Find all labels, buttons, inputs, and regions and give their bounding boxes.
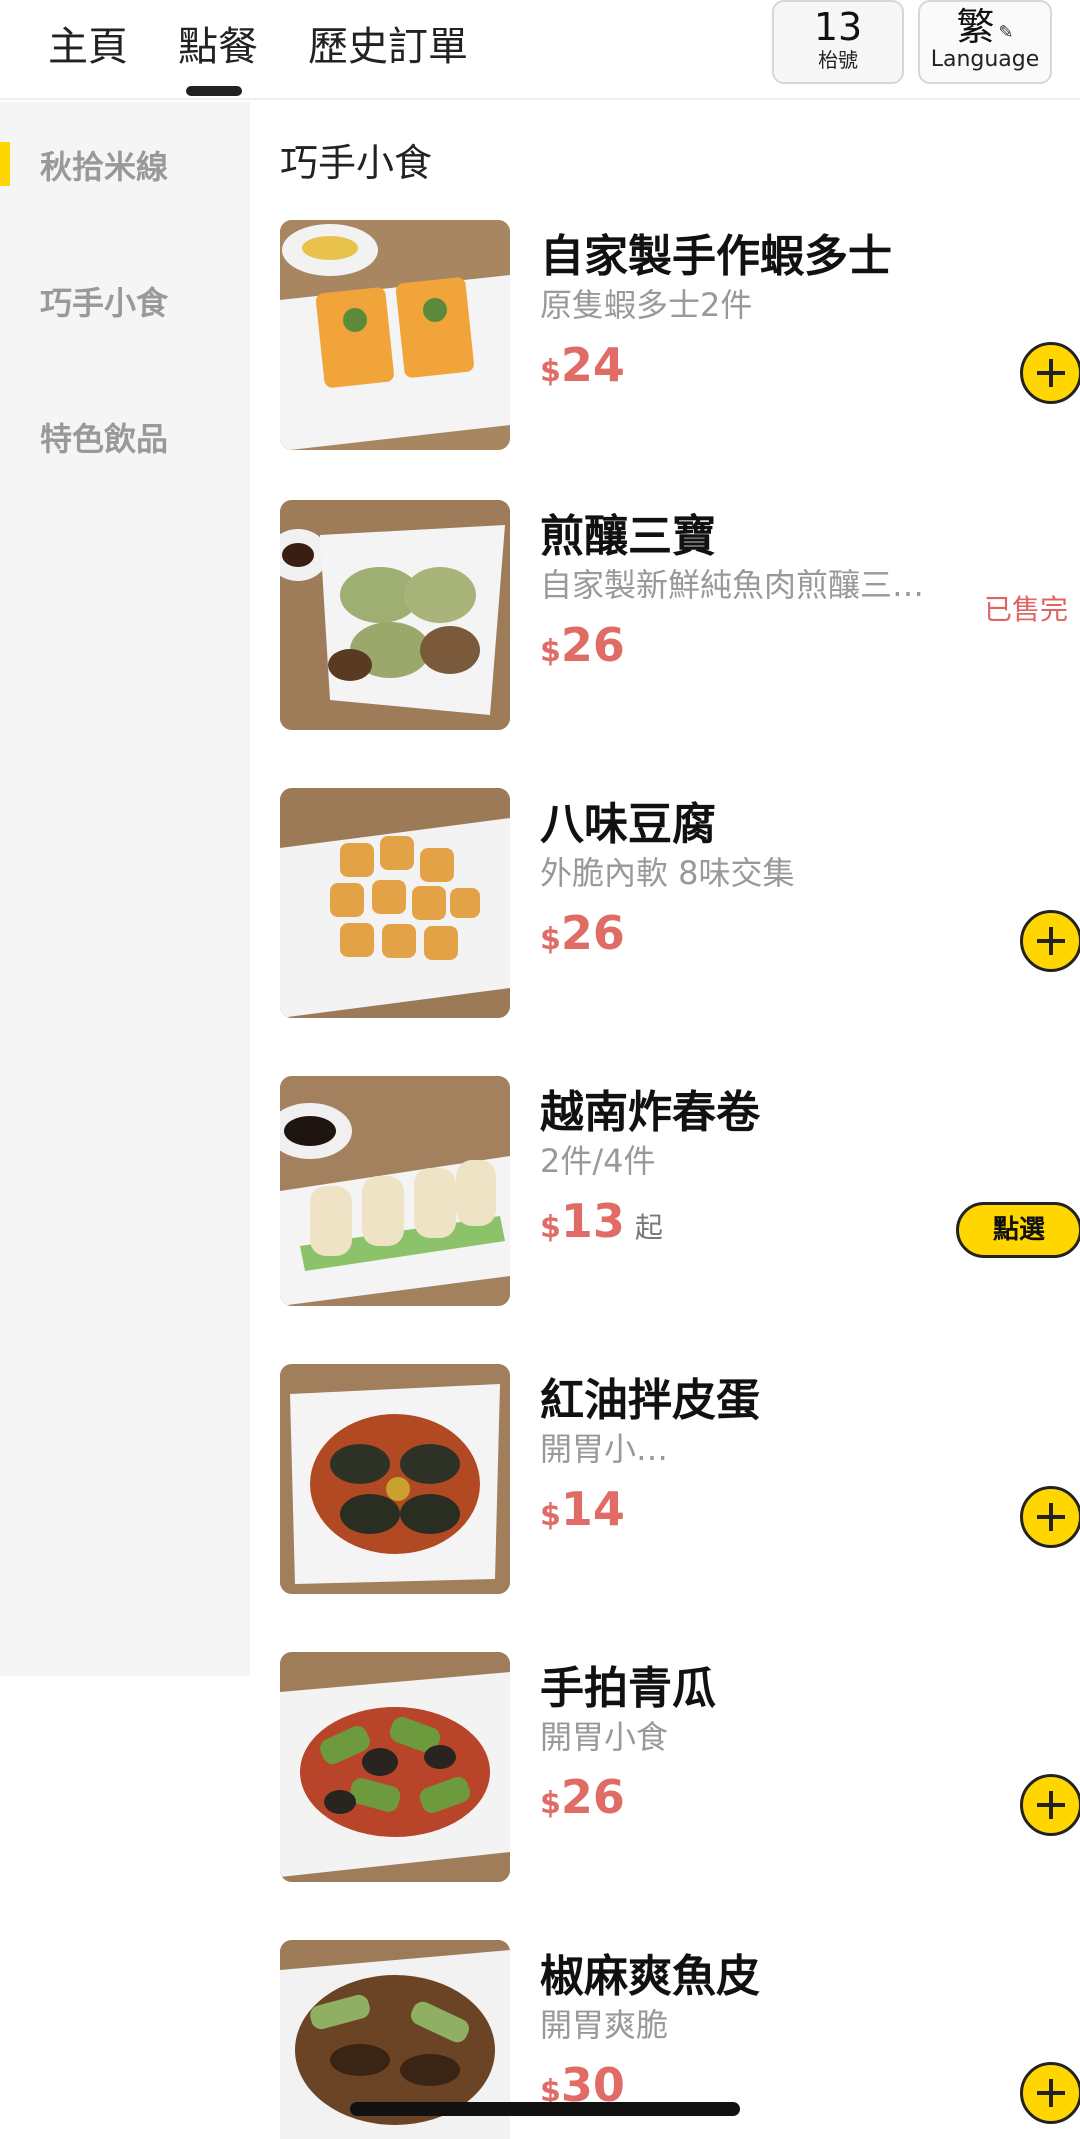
tab-home[interactable]: 主頁 (48, 14, 128, 72)
item-description: 開胃小食 (540, 1718, 669, 1756)
section-title: 巧手小食 (280, 141, 433, 185)
currency-symbol: $ (540, 354, 561, 389)
item-description: 自家製新鮮純魚肉煎釀三… (540, 566, 925, 604)
item-price: $26 (540, 618, 625, 672)
currency-symbol: $ (540, 1786, 561, 1821)
item-description: 原隻蝦多士2件 (540, 286, 753, 324)
item-name: 八味豆腐 (540, 799, 716, 850)
item-price: $26 (540, 1770, 625, 1824)
menu-item[interactable]: 自家製手作蝦多士 原隻蝦多士2件 $24 (280, 220, 1080, 452)
dish-photo (280, 1076, 510, 1306)
price-amount: 26 (560, 618, 625, 672)
price-amount: 14 (560, 1482, 625, 1536)
add-to-cart-button[interactable] (1020, 342, 1080, 404)
sidebar-item-label: 巧手小食 (40, 284, 169, 322)
item-description: 2件/4件 (540, 1142, 656, 1180)
top-nav: 主頁 點餐 歷史訂單 13 枱號 繁 ✎ Language (0, 0, 1080, 100)
current-language: 繁 (956, 5, 995, 49)
item-price: $13 起 (540, 1194, 663, 1248)
item-name: 手拍青瓜 (540, 1663, 716, 1714)
menu-item[interactable]: 煎釀三寶 自家製新鮮純魚肉煎釀三… 已售完 $26 (280, 500, 1068, 732)
dish-photo (280, 1364, 510, 1594)
table-number-box[interactable]: 13 枱號 (772, 0, 904, 84)
table-number: 13 (813, 5, 863, 49)
price-amount: 26 (560, 1770, 625, 1824)
active-tab-indicator (186, 86, 242, 96)
item-name: 紅油拌皮蛋 (540, 1375, 760, 1426)
sidebar-item-label: 秋拾米線 (40, 148, 169, 186)
pencil-icon: ✎ (998, 22, 1014, 43)
sidebar-item-rice-noodles[interactable]: 秋拾米線 (0, 102, 250, 202)
currency-symbol: $ (540, 634, 561, 669)
item-description: 開胃爽脆 (540, 2006, 669, 2044)
item-description: 外脆內軟 8味交集 (540, 854, 795, 892)
add-to-cart-button[interactable] (1020, 1774, 1080, 1836)
active-category-marker (0, 142, 10, 186)
price-amount: 24 (560, 338, 625, 392)
menu-item[interactable]: 紅油拌皮蛋 開胃小… $14 (280, 1364, 1080, 1596)
menu-item[interactable]: 越南炸春卷 2件/4件 $13 起 點選 (280, 1076, 1080, 1308)
menu-item[interactable]: 八味豆腐 外脆內軟 8味交集 $26 (280, 788, 1080, 1020)
add-to-cart-button[interactable] (1020, 2062, 1080, 2124)
tab-order[interactable]: 點餐 (178, 14, 258, 72)
language-button[interactable]: 繁 ✎ Language (918, 0, 1052, 84)
dish-photo (280, 220, 510, 450)
price-amount: 13 (560, 1194, 625, 1248)
tab-order-history[interactable]: 歷史訂單 (308, 14, 468, 72)
item-name: 自家製手作蝦多士 (540, 231, 892, 282)
item-description: 開胃小… (540, 1430, 669, 1468)
table-number-label: 枱號 (818, 48, 858, 72)
sold-out-label: 已售完 (984, 593, 1069, 626)
dish-photo (280, 500, 510, 730)
menu-item[interactable]: 手拍青瓜 開胃小食 $26 (280, 1652, 1080, 1884)
currency-symbol: $ (540, 922, 561, 957)
price-from-label: 起 (634, 1211, 663, 1244)
item-name: 越南炸春卷 (540, 1087, 760, 1138)
sidebar-item-drinks[interactable]: 特色飲品 (0, 374, 250, 474)
item-name: 煎釀三寶 (540, 511, 716, 562)
home-indicator[interactable] (350, 2102, 740, 2116)
add-to-cart-button[interactable] (1020, 1486, 1080, 1548)
dish-photo (280, 788, 510, 1018)
sidebar-item-snacks[interactable]: 巧手小食 (0, 238, 250, 338)
language-label: Language (930, 47, 1040, 72)
select-options-button[interactable]: 點選 (956, 1202, 1080, 1258)
currency-symbol: $ (540, 1210, 561, 1245)
menu-list[interactable]: 巧手小食 自家製手作蝦多士 原隻蝦多士2件 $24 煎釀三寶 自家製新鮮純魚肉煎… (250, 102, 1080, 2139)
item-name: 椒麻爽魚皮 (540, 1951, 760, 2002)
sidebar-item-label: 特色飲品 (40, 420, 169, 458)
item-price: $26 (540, 906, 625, 960)
price-amount: 26 (560, 906, 625, 960)
item-price: $24 (540, 338, 625, 392)
category-sidebar: 秋拾米線 巧手小食 特色飲品 (0, 102, 250, 1676)
currency-symbol: $ (540, 1498, 561, 1533)
add-to-cart-button[interactable] (1020, 910, 1080, 972)
item-price: $14 (540, 1482, 625, 1536)
dish-photo (280, 1652, 510, 1882)
